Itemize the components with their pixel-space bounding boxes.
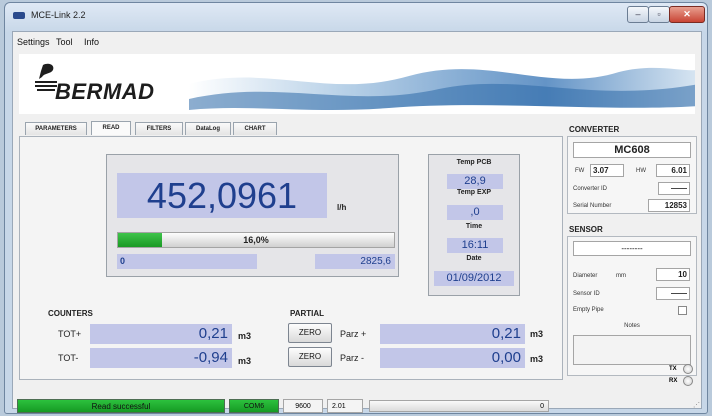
status-version: 2.01 [327, 399, 363, 413]
flow-rate-value: 452,0961 [117, 173, 327, 218]
sensor-panel: -------- Diameter mm 10 Sensor ID —— Emp… [567, 236, 697, 376]
converter-title: CONVERTER [569, 125, 620, 134]
tab-filters[interactable]: FILTERS [135, 122, 183, 135]
app-icon [13, 12, 25, 19]
status-message: Read successful [17, 399, 225, 413]
diameter-unit: mm [616, 273, 626, 279]
empty-pipe-checkbox[interactable] [678, 306, 687, 315]
flow-progress-label: 16,0% [243, 235, 269, 245]
tot-minus-value: -0,94 [90, 348, 232, 368]
zero-parz-minus-button[interactable]: ZERO [288, 347, 332, 367]
range-min-value: 0 [117, 254, 257, 269]
time-value: 16:11 [447, 238, 503, 253]
tab-datalog[interactable]: DataLog [185, 122, 231, 135]
title-bar[interactable]: MCE-Link 2.2 ‒ ▫ ✕ [5, 3, 707, 31]
menu-bar: Settings Tool Info [13, 32, 701, 50]
flow-progress-bar: 16,0% [117, 232, 395, 248]
tot-minus-label: TOT- [58, 353, 79, 363]
serial-number-value: 12853 [648, 199, 690, 212]
fw-label: FW [575, 168, 585, 174]
converter-panel: MC608 FW 3.07 HW 6.01 Converter ID —— Se… [567, 136, 697, 214]
diameter-value: 10 [656, 268, 690, 281]
date-value: 01/09/2012 [434, 271, 514, 286]
status-progress: 0 [369, 400, 549, 412]
status-bar: Read successful COM6 9600 2.01 0 ⋰ [17, 399, 705, 413]
window-title: MCE-Link 2.2 [31, 10, 86, 20]
tot-minus-unit: m3 [238, 356, 252, 366]
time-label: Time [465, 223, 483, 230]
notes-label: Notes [624, 323, 640, 329]
tot-plus-unit: m3 [238, 331, 252, 341]
zero-parz-plus-button[interactable]: ZERO [288, 323, 332, 343]
flow-display: 452,0961 l/h 16,0% 0 2825,6 [106, 154, 399, 277]
logo-text: BERMAD [55, 79, 155, 104]
tab-read[interactable]: READ [91, 121, 131, 135]
hw-label: HW [636, 168, 646, 174]
converter-id-value: —— [658, 182, 690, 195]
menu-settings[interactable]: Settings [17, 37, 50, 47]
partial-title: PARTIAL [290, 309, 325, 318]
sensor-name-field: -------- [573, 241, 691, 256]
tab-parameters[interactable]: PARAMETERS [25, 122, 87, 135]
hw-value: 6.01 [656, 164, 690, 177]
temp-pcb-value: 28,9 [447, 174, 503, 189]
resize-grip-icon[interactable]: ⋰ [693, 401, 700, 409]
empty-pipe-label: Empty Pipe [573, 307, 604, 313]
read-panel: 452,0961 l/h 16,0% 0 2825,6 Temp PCB 28,… [19, 136, 563, 380]
converter-id-label: Converter ID [573, 186, 608, 192]
status-port: COM6 [229, 399, 279, 413]
fw-value: 3.07 [590, 164, 624, 177]
parz-minus-unit: m3 [530, 354, 544, 364]
temp-exp-label: Temp EXP [456, 189, 492, 196]
temp-pcb-label: Temp PCB [456, 159, 492, 166]
parz-plus-value: 0,21 [380, 324, 525, 344]
parz-plus-unit: m3 [530, 329, 544, 339]
rx-label: RX [669, 378, 678, 384]
menu-info[interactable]: Info [84, 37, 99, 47]
diameter-label: Diameter [573, 273, 598, 279]
range-max-value: 2825,6 [315, 254, 395, 269]
status-readings: Temp PCB 28,9 Temp EXP ,0 Time 16:11 Dat… [428, 154, 520, 296]
tot-plus-value: 0,21 [90, 324, 232, 344]
status-baud: 9600 [283, 399, 323, 413]
sensor-title: SENSOR [569, 225, 603, 234]
sensor-id-value: —— [656, 287, 690, 300]
sensor-id-label: Sensor ID [573, 291, 600, 297]
banner: BERMAD [19, 54, 695, 114]
parz-minus-label: Parz - [340, 353, 365, 363]
tx-indicator-icon [683, 364, 693, 374]
converter-model: MC608 [573, 142, 691, 158]
water-wave-image [189, 67, 695, 114]
temp-exp-value: ,0 [447, 205, 503, 220]
menu-tool[interactable]: Tool [56, 37, 73, 47]
tab-chart[interactable]: CHART [233, 122, 277, 135]
tx-label: TX [669, 366, 677, 372]
client-area: Settings Tool Info BERMAD PARAMETERS REA… [12, 31, 702, 409]
maximize-button[interactable]: ▫ [648, 6, 670, 23]
counters-title: COUNTERS [48, 309, 93, 318]
flow-rate-unit: l/h [337, 203, 347, 212]
parz-plus-label: Parz + [340, 329, 367, 339]
tot-plus-label: TOT+ [58, 329, 82, 339]
date-label: Date [466, 255, 482, 262]
parz-minus-value: 0,00 [380, 348, 525, 368]
serial-number-label: Serial Number [573, 203, 612, 209]
rx-indicator-icon [683, 376, 693, 386]
close-button[interactable]: ✕ [669, 6, 705, 23]
minimize-button[interactable]: ‒ [627, 6, 649, 23]
app-window: MCE-Link 2.2 ‒ ▫ ✕ Settings Tool Info BE… [4, 2, 708, 414]
notes-field[interactable] [573, 335, 691, 365]
